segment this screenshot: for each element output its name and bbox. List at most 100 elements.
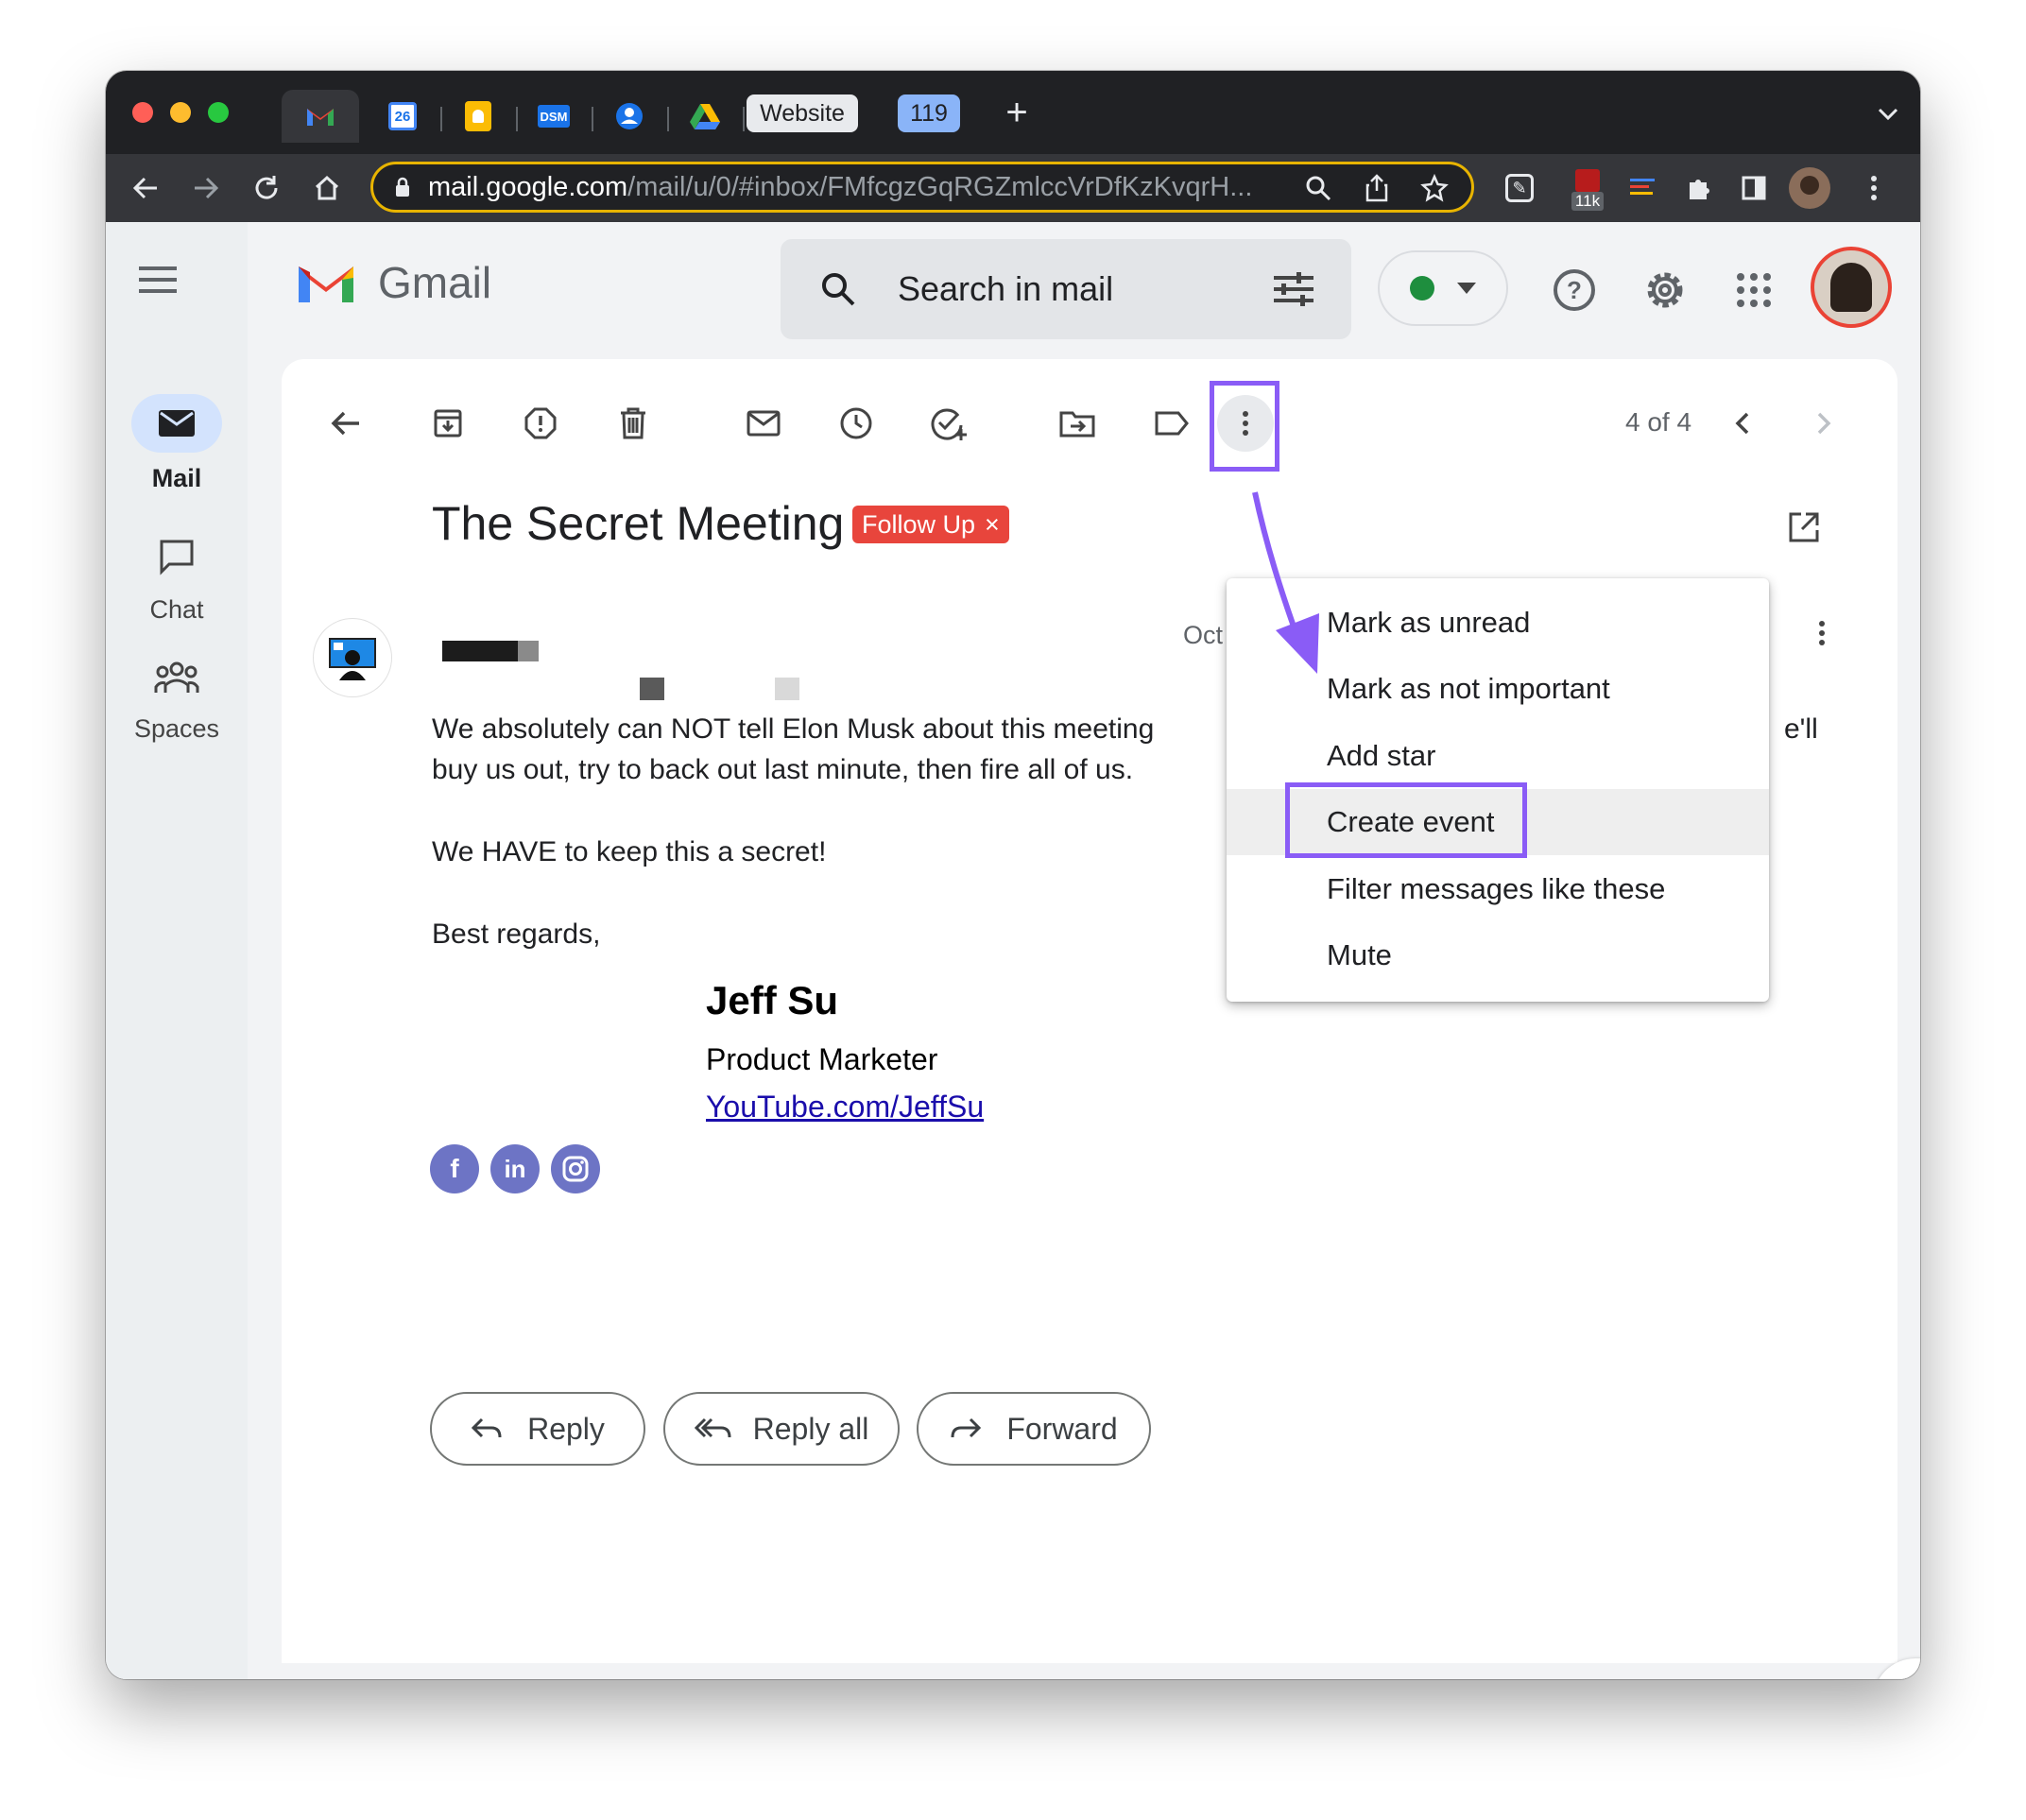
instagram-link[interactable] xyxy=(551,1144,600,1193)
more-vert-icon xyxy=(1819,621,1825,645)
home-icon xyxy=(315,175,339,200)
archive-button[interactable] xyxy=(421,397,474,450)
delete-button[interactable] xyxy=(607,397,660,450)
sender-avatar[interactable] xyxy=(314,619,391,696)
search-icon xyxy=(822,273,855,306)
message-more-button[interactable] xyxy=(1803,610,1841,657)
extension-1[interactable]: ✎ xyxy=(1501,169,1538,207)
support-button[interactable]: ? xyxy=(1548,264,1601,317)
rail-spaces[interactable]: Spaces xyxy=(106,661,248,744)
avatar xyxy=(1830,263,1872,312)
bookmark-button[interactable] xyxy=(1416,169,1453,207)
reload-button[interactable] xyxy=(248,169,285,207)
reply-all-button[interactable]: Reply all xyxy=(663,1392,900,1466)
tab-drive[interactable] xyxy=(673,90,737,143)
browser-menu-button[interactable] xyxy=(1860,169,1888,207)
account-avatar[interactable] xyxy=(1811,247,1892,328)
label-icon xyxy=(1155,411,1189,436)
gmail-logo[interactable]: Gmail xyxy=(295,254,578,311)
svg-text:?: ? xyxy=(1567,276,1582,304)
status-selector[interactable] xyxy=(1378,250,1508,326)
contacts-icon xyxy=(616,103,643,129)
rail-mail[interactable]: Mail xyxy=(106,394,248,493)
arrow-right-icon xyxy=(195,177,219,199)
mark-unread-button[interactable] xyxy=(737,397,790,450)
calendar-icon: 26 xyxy=(388,102,417,130)
redacted-sender-email xyxy=(640,678,664,700)
tab-group-count[interactable]: 119 xyxy=(898,94,960,132)
close-window-button[interactable] xyxy=(132,102,153,123)
trash-icon xyxy=(621,407,645,439)
settings-button[interactable] xyxy=(1639,264,1691,317)
reply-all-label: Reply all xyxy=(752,1411,869,1446)
menu-item-label: Mark as unread xyxy=(1327,606,1531,639)
share-button[interactable] xyxy=(1358,169,1396,207)
puzzle-icon xyxy=(1690,180,1709,199)
browser-toolbar: mail.google.com/mail/u/0/#inbox/FMfcgzGq… xyxy=(106,154,1920,222)
facebook-link[interactable]: f xyxy=(430,1144,479,1193)
move-to-button[interactable] xyxy=(1051,397,1104,450)
menu-item-label: Mute xyxy=(1327,938,1392,971)
move-to-folder-icon xyxy=(1059,411,1095,438)
open-in-new-window-button[interactable] xyxy=(1780,504,1828,551)
extension-3[interactable] xyxy=(1623,169,1661,207)
tab-search-button[interactable] xyxy=(1871,97,1905,131)
reply-button[interactable]: Reply xyxy=(430,1392,645,1466)
new-tab-button[interactable]: + xyxy=(998,92,1036,133)
remove-label-icon[interactable]: × xyxy=(985,510,1000,540)
forward-button[interactable] xyxy=(187,169,225,207)
tab-contacts[interactable] xyxy=(597,90,661,143)
tab-group-website[interactable]: Website xyxy=(747,94,858,132)
clock-icon xyxy=(840,407,872,439)
tab-dsm[interactable]: DSM xyxy=(522,90,586,143)
tab-keep[interactable] xyxy=(446,90,510,143)
home-button[interactable] xyxy=(308,169,346,207)
zoom-button[interactable] xyxy=(1299,169,1337,207)
label-chip-follow-up[interactable]: Follow Up × xyxy=(852,506,1009,543)
back-to-inbox-button[interactable] xyxy=(319,397,372,450)
side-panel-icon xyxy=(1742,176,1766,200)
add-to-tasks-button[interactable] xyxy=(922,397,975,450)
tab-gmail[interactable] xyxy=(282,90,359,143)
snooze-button[interactable] xyxy=(830,397,883,450)
extensions-button[interactable] xyxy=(1680,169,1718,207)
search-input[interactable]: Search in mail xyxy=(898,269,1113,309)
annotation-create-event-highlight xyxy=(1285,782,1527,858)
search-bar[interactable]: Search in mail xyxy=(781,239,1351,339)
back-button[interactable] xyxy=(127,169,164,207)
email-body-line-3: We HAVE to keep this a secret! xyxy=(432,836,827,867)
newer-button[interactable] xyxy=(1716,397,1769,450)
menu-item-filter-messages[interactable]: Filter messages like these xyxy=(1227,856,1769,922)
signature-link[interactable]: YouTube.com/JeffSu xyxy=(706,1090,984,1125)
maximize-window-button[interactable] xyxy=(208,102,229,123)
mail-icon xyxy=(159,410,195,437)
apps-button[interactable] xyxy=(1727,264,1780,317)
labels-button[interactable] xyxy=(1145,397,1198,450)
extension-2[interactable]: 11k xyxy=(1565,163,1610,213)
forward-label: Forward xyxy=(1006,1411,1118,1446)
more-vert-icon xyxy=(1871,176,1877,200)
url-host: mail.google.com xyxy=(428,171,628,202)
report-icon xyxy=(524,407,557,439)
status-dot xyxy=(1410,276,1434,300)
forward-icon xyxy=(951,1417,982,1438)
label-chip-text: Follow Up xyxy=(862,509,976,539)
side-panel-button[interactable] xyxy=(1735,169,1773,207)
linkedin-link[interactable]: in xyxy=(490,1144,540,1193)
rail-chat[interactable]: Chat xyxy=(106,538,248,625)
main-menu-button[interactable] xyxy=(134,256,181,303)
minimize-window-button[interactable] xyxy=(170,102,191,123)
tab-calendar[interactable]: 26 xyxy=(370,90,435,143)
older-button[interactable] xyxy=(1797,397,1850,450)
keep-icon xyxy=(465,101,491,131)
menu-item-add-star[interactable]: Add star xyxy=(1227,723,1769,789)
instagram-icon xyxy=(562,1156,589,1182)
search-options-icon[interactable] xyxy=(1274,272,1313,306)
report-spam-button[interactable] xyxy=(514,397,567,450)
spaces-icon xyxy=(154,661,199,693)
signature-title: Product Marketer xyxy=(706,1042,938,1076)
browser-window: 26 DSM Website 119 + mail.google.com /ma… xyxy=(106,71,1920,1679)
browser-profile-avatar[interactable] xyxy=(1789,167,1830,209)
menu-item-mute[interactable]: Mute xyxy=(1227,922,1769,988)
forward-button[interactable]: Forward xyxy=(917,1392,1151,1466)
